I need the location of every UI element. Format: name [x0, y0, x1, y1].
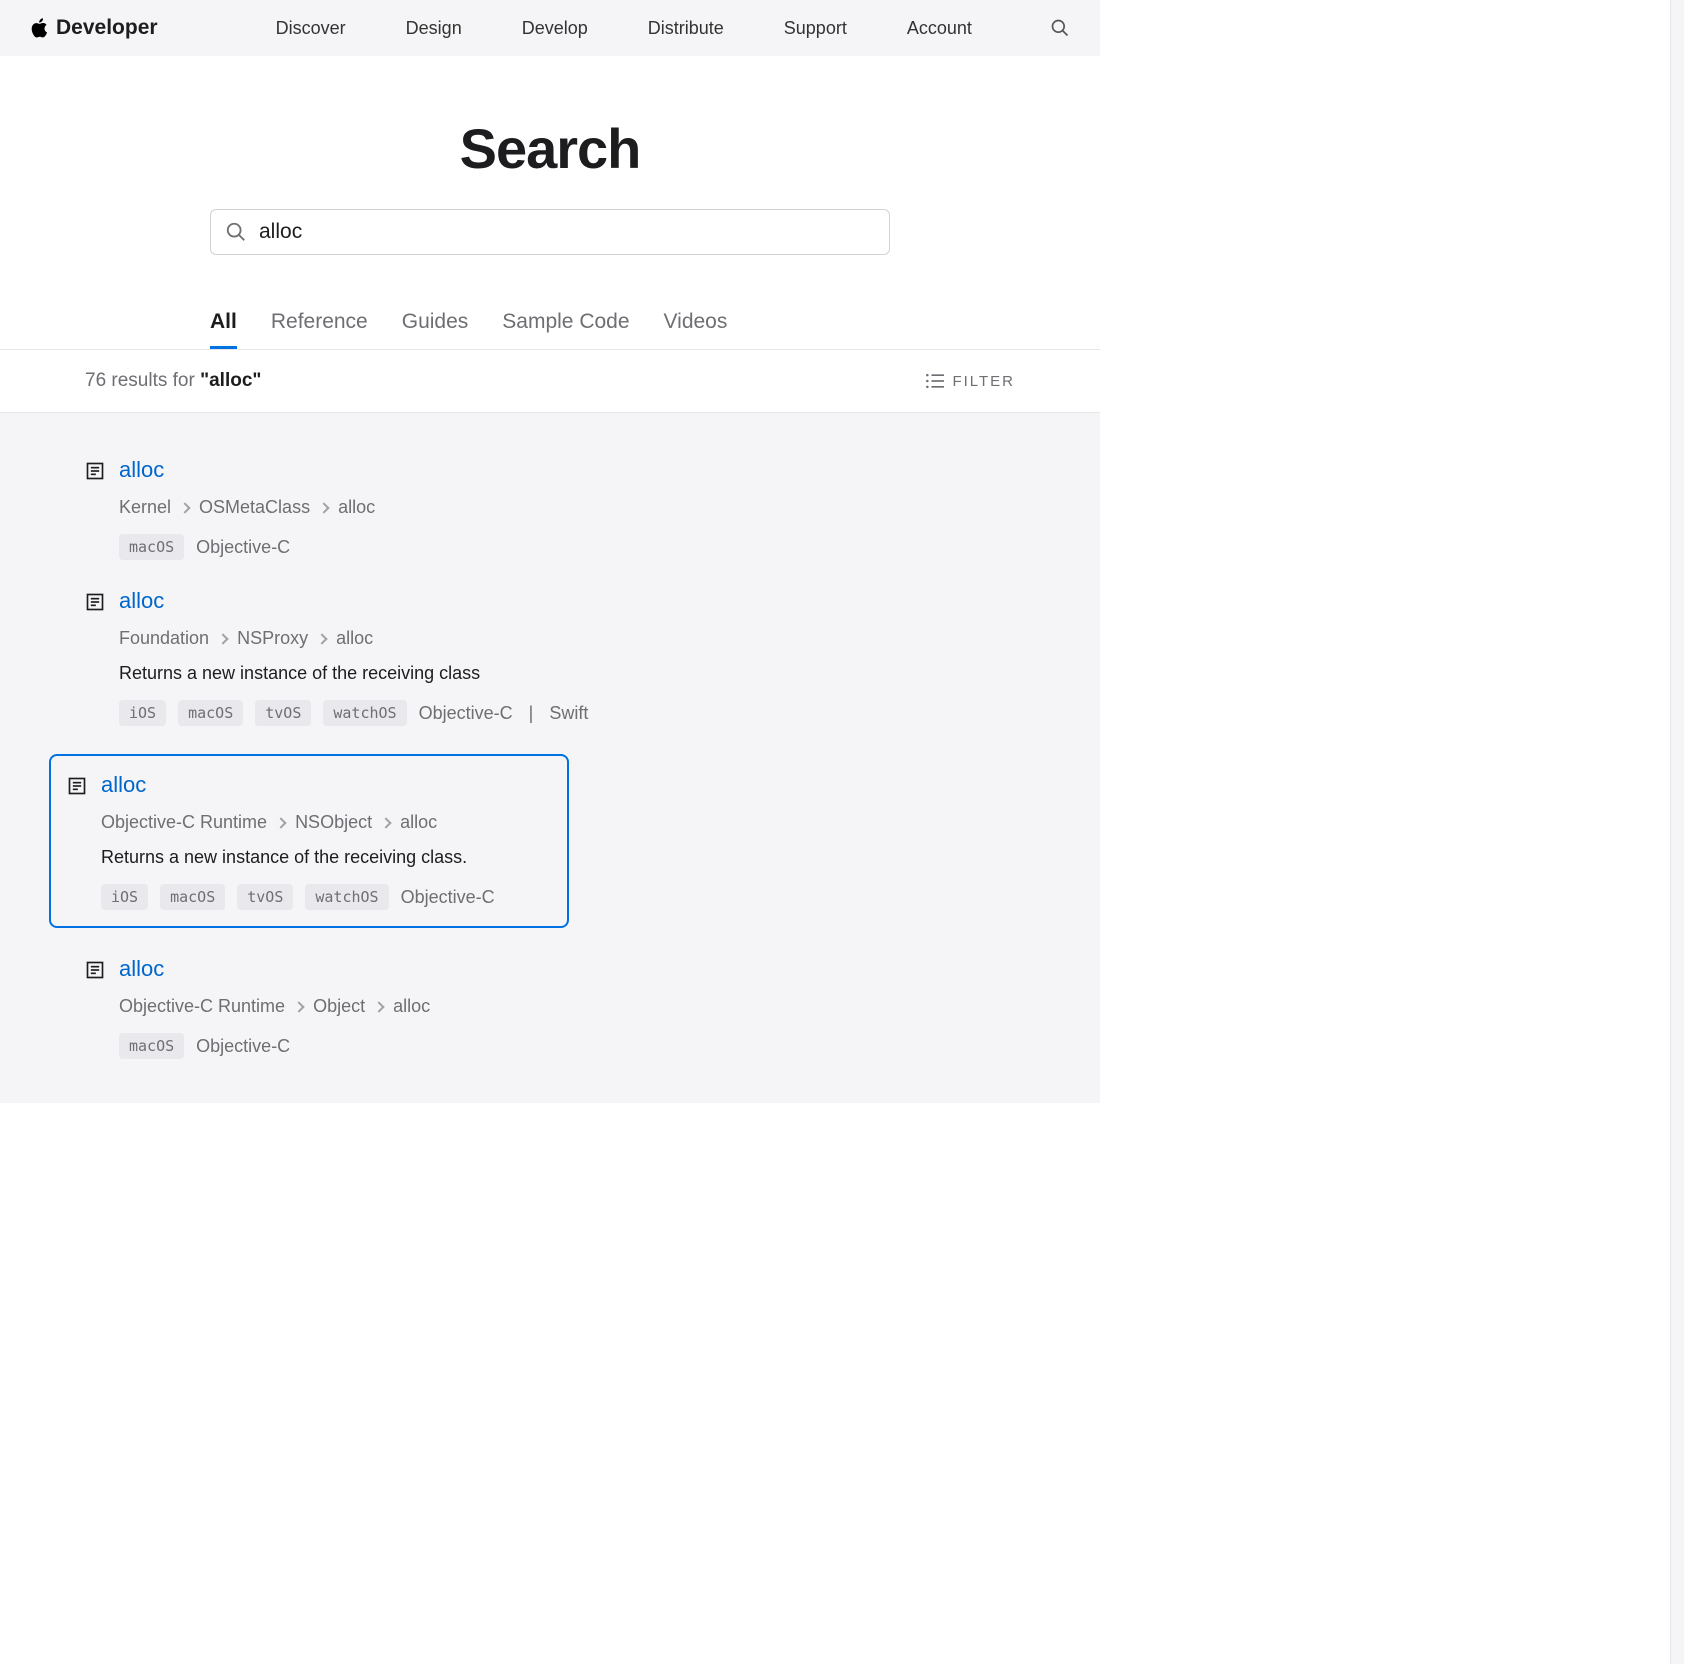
- result-tags: macOS Objective-C: [119, 1033, 1015, 1059]
- chevron-right-icon: [217, 633, 228, 644]
- platform-pill: macOS: [178, 700, 243, 726]
- result-title[interactable]: alloc: [119, 956, 1015, 982]
- platform-pill: macOS: [119, 534, 184, 560]
- language-label: Swift: [549, 703, 588, 724]
- result-tags: iOS macOS tvOS watchOS Objective-C: [101, 884, 547, 910]
- result-count: 76 results for "alloc": [85, 370, 261, 392]
- result-tags: iOS macOS tvOS watchOS Objective-C | Swift: [119, 700, 1015, 726]
- breadcrumb-segment[interactable]: Kernel: [119, 497, 171, 518]
- tab-videos[interactable]: Videos: [664, 310, 728, 349]
- breadcrumb-segment[interactable]: alloc: [338, 497, 375, 518]
- breadcrumb: Foundation NSProxy alloc: [119, 628, 1015, 649]
- result-title[interactable]: alloc: [119, 588, 1015, 614]
- chevron-right-icon: [179, 502, 190, 513]
- nav-links: Discover Design Develop Distribute Suppo…: [198, 18, 1050, 39]
- apple-logo-icon: [30, 18, 48, 38]
- breadcrumb-segment[interactable]: alloc: [336, 628, 373, 649]
- breadcrumb-segment[interactable]: Objective-C Runtime: [101, 812, 267, 833]
- breadcrumb-segment[interactable]: NSObject: [295, 812, 372, 833]
- result-item: alloc Foundation NSProxy alloc Returns a new…: [0, 574, 1100, 740]
- tabs: All Reference Guides Sample Code Videos: [210, 310, 890, 349]
- search-icon: [225, 221, 247, 243]
- hero: Search All Reference Guides Sample Code …: [0, 56, 1100, 349]
- search-input[interactable]: [259, 220, 875, 244]
- result-icon: [85, 960, 105, 980]
- platform-pill: macOS: [160, 884, 225, 910]
- result-icon: [67, 776, 87, 796]
- result-icon: [85, 592, 105, 612]
- language-label: Objective-C: [401, 887, 495, 908]
- platform-pill: macOS: [119, 1033, 184, 1059]
- breadcrumb-segment[interactable]: alloc: [393, 996, 430, 1017]
- result-tags: macOS Objective-C: [119, 534, 1015, 560]
- chevron-right-icon: [380, 817, 391, 828]
- search-box[interactable]: [210, 209, 890, 255]
- breadcrumb-segment[interactable]: NSProxy: [237, 628, 308, 649]
- highlighted-card: alloc Objective-C Runtime NSObject alloc Ret…: [49, 754, 569, 928]
- document-icon: [85, 960, 105, 980]
- platform-pill: iOS: [101, 884, 148, 910]
- result-item: alloc Objective-C Runtime NSObject alloc Ret…: [0, 740, 1100, 942]
- tab-all[interactable]: All: [210, 310, 237, 349]
- breadcrumb: Objective-C Runtime NSObject alloc: [101, 812, 547, 833]
- breadcrumb-segment[interactable]: Foundation: [119, 628, 209, 649]
- brand[interactable]: Developer: [30, 16, 158, 40]
- page-title: Search: [0, 116, 1100, 181]
- result-icon: [85, 461, 105, 481]
- platform-pill: iOS: [119, 700, 166, 726]
- breadcrumb: Kernel OSMetaClass alloc: [119, 497, 1015, 518]
- document-icon: [85, 592, 105, 612]
- nav-link-account[interactable]: Account: [907, 18, 972, 39]
- result-description: Returns a new instance of the receiving …: [119, 663, 1015, 684]
- chevron-right-icon: [373, 1001, 384, 1012]
- results-list: alloc Kernel OSMetaClass alloc macOS Objectiv…: [0, 413, 1100, 1103]
- scrollbar[interactable]: [1670, 0, 1684, 1664]
- result-description: Returns a new instance of the receiving …: [101, 847, 547, 868]
- document-icon: [85, 461, 105, 481]
- chevron-right-icon: [318, 502, 329, 513]
- top-nav: Developer Discover Design Develop Distri…: [0, 0, 1100, 56]
- platform-pill: tvOS: [237, 884, 293, 910]
- nav-link-discover[interactable]: Discover: [276, 18, 346, 39]
- result-title[interactable]: alloc: [101, 772, 547, 798]
- tab-reference[interactable]: Reference: [271, 310, 368, 349]
- nav-link-distribute[interactable]: Distribute: [648, 18, 724, 39]
- breadcrumb-segment[interactable]: alloc: [400, 812, 437, 833]
- results-bar: 76 results for "alloc" FILTER: [0, 349, 1100, 413]
- brand-text: Developer: [56, 16, 158, 40]
- language-label: Objective-C: [419, 703, 513, 724]
- document-icon: [67, 776, 87, 796]
- result-item: alloc Kernel OSMetaClass alloc macOS Objectiv…: [0, 443, 1100, 574]
- chevron-right-icon: [275, 817, 286, 828]
- breadcrumb-segment[interactable]: OSMetaClass: [199, 497, 310, 518]
- tab-sample-code[interactable]: Sample Code: [502, 310, 629, 349]
- divider: |: [529, 703, 534, 724]
- breadcrumb: Objective-C Runtime Object alloc: [119, 996, 1015, 1017]
- nav-link-develop[interactable]: Develop: [522, 18, 588, 39]
- nav-link-design[interactable]: Design: [406, 18, 462, 39]
- language-label: Objective-C: [196, 537, 290, 558]
- result-item: alloc Objective-C Runtime Object alloc macOS…: [0, 942, 1100, 1073]
- chevron-right-icon: [293, 1001, 304, 1012]
- nav-link-support[interactable]: Support: [784, 18, 847, 39]
- platform-pill: watchOS: [305, 884, 388, 910]
- breadcrumb-segment[interactable]: Object: [313, 996, 365, 1017]
- filter-button[interactable]: FILTER: [924, 372, 1015, 390]
- result-title[interactable]: alloc: [119, 457, 1015, 483]
- platform-pill: watchOS: [323, 700, 406, 726]
- tab-guides[interactable]: Guides: [402, 310, 469, 349]
- filter-icon: [924, 372, 944, 390]
- language-label: Objective-C: [196, 1036, 290, 1057]
- search-icon[interactable]: [1050, 18, 1070, 38]
- breadcrumb-segment[interactable]: Objective-C Runtime: [119, 996, 285, 1017]
- platform-pill: tvOS: [255, 700, 311, 726]
- chevron-right-icon: [316, 633, 327, 644]
